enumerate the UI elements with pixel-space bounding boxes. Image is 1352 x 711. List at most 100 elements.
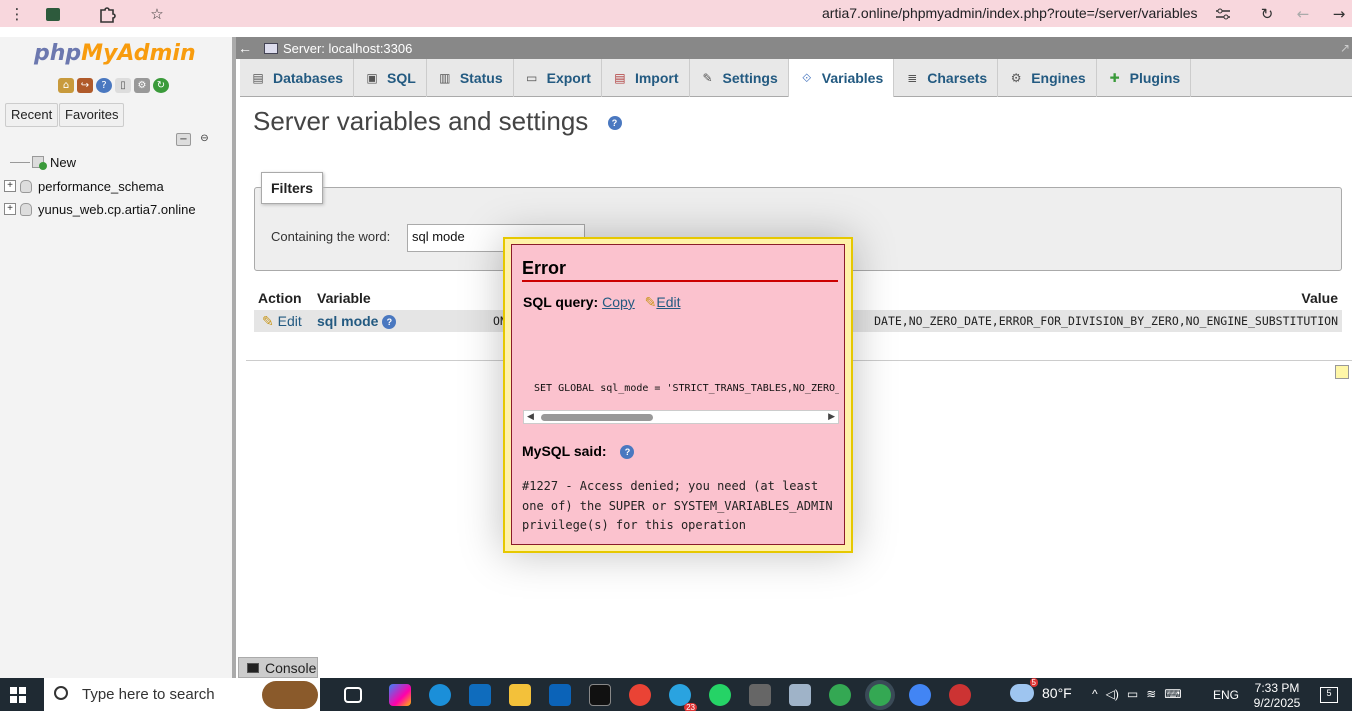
extension-icon[interactable] <box>42 3 64 25</box>
variables-icon: ⟐ <box>802 70 812 85</box>
tab-sql[interactable]: ▣ SQL <box>354 59 427 97</box>
telegram-icon[interactable]: 23 <box>669 684 697 711</box>
top-menu-tabs: ▤ Databases ▣ SQL ▥ Status ▭ Export ▤ Import … <box>240 59 1352 97</box>
notification-icon[interactable]: 5 <box>1320 687 1338 703</box>
edge-icon[interactable] <box>429 684 451 706</box>
tree-item-performance-schema[interactable]: + performance_schema <box>4 176 164 196</box>
scroll-right-icon[interactable]: ▶ <box>828 412 835 422</box>
server-label[interactable]: Server: localhost:3306 <box>283 41 412 56</box>
help-icon[interactable]: ? <box>620 445 635 460</box>
task-view-icon[interactable] <box>344 687 362 703</box>
error-message: #1227 - Access denied; you need (at leas… <box>522 479 833 532</box>
home-icon[interactable]: ⌂ <box>58 78 74 93</box>
tree-connector <box>10 161 30 163</box>
horizontal-scrollbar[interactable]: ◀ ▶ <box>523 410 839 424</box>
weather-widget[interactable]: 5 80°F <box>1010 678 1072 702</box>
sql-icon: ▣ <box>366 71 378 85</box>
site-settings-icon[interactable] <box>1212 3 1234 25</box>
tab-settings[interactable]: ✎ Settings <box>690 59 789 97</box>
clock[interactable]: 7:33 PM 9/2/2025 <box>1252 681 1302 711</box>
input-method-icon[interactable]: ⌨ <box>1164 687 1181 701</box>
chrome-profile-3-icon[interactable] <box>949 684 971 706</box>
taskbar-search[interactable]: Type here to search <box>44 678 320 711</box>
address-bar[interactable]: artia7.online/phpmyadmin/index.php?route… <box>822 5 1198 21</box>
variable-name: sql mode ? <box>317 313 397 330</box>
engines-icon: ⚙ <box>1010 71 1022 85</box>
tab-plugins[interactable]: ✚ Plugins <box>1097 59 1192 97</box>
back-icon[interactable]: ← <box>1292 3 1314 25</box>
nav-icon-row: ⌂ ↪ ? ▯ ⚙ ↻ <box>58 78 169 93</box>
nav-tab-recent[interactable]: Recent <box>5 103 59 127</box>
chevron-up-icon[interactable]: ^ <box>1092 687 1098 701</box>
forward-icon[interactable]: → <box>1328 3 1350 25</box>
expand-icon[interactable]: + <box>4 203 16 215</box>
help-icon[interactable]: ? <box>607 116 622 131</box>
help-icon[interactable]: ? <box>96 78 112 93</box>
puzzle-icon[interactable] <box>96 3 118 25</box>
store-icon[interactable] <box>469 684 491 706</box>
tree-controls: − ⊖ <box>176 133 212 146</box>
terminal-icon[interactable] <box>589 684 611 706</box>
logout-icon[interactable]: ↪ <box>77 78 93 93</box>
link-icon[interactable]: ⊖ <box>197 133 212 146</box>
tab-engines[interactable]: ⚙ Engines <box>998 59 1097 97</box>
plugin-icon: ✚ <box>1109 71 1120 85</box>
back-arrow-icon[interactable]: ← <box>238 40 252 56</box>
database-icon: ▤ <box>252 71 264 85</box>
tree-item-yunus-web[interactable]: + yunus_web.cp.artia7.online <box>4 199 196 219</box>
expand-corner-icon[interactable]: ↗ <box>1340 41 1350 55</box>
import-icon: ▤ <box>614 71 626 85</box>
tab-charsets[interactable]: ≣ Charsets <box>894 59 999 97</box>
note-icon[interactable] <box>1335 365 1349 379</box>
edit-link[interactable]: ✎ Edit <box>262 313 302 330</box>
reload-icon[interactable]: ↻ <box>1256 3 1278 25</box>
help-icon[interactable]: ? <box>382 315 397 330</box>
console-toggle[interactable]: Console <box>238 657 318 678</box>
edit-link[interactable]: Edit <box>656 294 680 310</box>
remote-desktop-icon[interactable] <box>789 684 811 706</box>
gear-icon[interactable]: ⚙ <box>134 78 150 93</box>
browser-toolbar: ⋮ ☆ artia7.online/phpmyadmin/index.php?r… <box>0 0 1352 27</box>
variable-value[interactable]: DATE,NO_ZERO_DATE,ERROR_FOR_DIVISION_BY_… <box>874 314 1338 328</box>
search-icon <box>54 686 68 700</box>
scroll-thumb[interactable] <box>541 414 653 421</box>
phpmyadmin-logo[interactable]: phpMyAdmin <box>34 41 196 66</box>
system-tray: ^ ◁) ▭ ≋ ⌨ <box>1092 687 1182 701</box>
status-icon: ▥ <box>439 71 451 85</box>
file-explorer-icon[interactable] <box>509 684 531 706</box>
filters-legend: Filters <box>261 172 324 204</box>
copy-link[interactable]: Copy <box>602 294 635 310</box>
language-indicator[interactable]: ENG <box>1213 688 1239 702</box>
server-icon <box>264 42 278 54</box>
calculator-icon[interactable] <box>749 684 771 706</box>
copilot-icon[interactable] <box>389 684 411 706</box>
chrome-icon[interactable] <box>629 684 651 706</box>
nav-tab-favorites[interactable]: Favorites <box>59 103 125 127</box>
sql-code: SET GLOBAL sql_mode = 'STRICT_TRANS_TABL… <box>534 383 839 394</box>
collapse-all-icon[interactable]: − <box>176 133 191 146</box>
refresh-icon[interactable]: ↻ <box>153 78 169 93</box>
speaker-icon[interactable]: ◁) <box>1106 687 1119 701</box>
wifi-icon[interactable]: ≋ <box>1146 687 1156 701</box>
tab-export[interactable]: ▭ Export <box>514 59 602 97</box>
tab-variables[interactable]: ⟐ Variables <box>788 59 895 97</box>
bookmark-star-icon[interactable]: ☆ <box>146 3 168 25</box>
navigation-panel: phpMyAdmin ⌂ ↪ ? ▯ ⚙ ↻ Recent Favorites … <box>0 37 236 678</box>
chrome-active-icon[interactable] <box>869 684 891 706</box>
tree-item-new[interactable]: New <box>4 152 76 172</box>
tab-import[interactable]: ▤ Import <box>602 59 690 97</box>
filter-label: Containing the word: <box>271 229 391 244</box>
windows-start-icon[interactable] <box>10 687 26 703</box>
battery-icon[interactable]: ▭ <box>1127 687 1138 701</box>
outlook-icon[interactable] <box>549 684 571 706</box>
docs-icon[interactable]: ▯ <box>115 78 131 93</box>
chrome-profile-icon[interactable] <box>829 684 851 706</box>
scroll-left-icon[interactable]: ◀ <box>527 412 534 422</box>
tab-status[interactable]: ▥ Status <box>427 59 514 97</box>
tab-databases[interactable]: ▤ Databases <box>240 59 355 97</box>
menu-dots-icon[interactable]: ⋮ <box>6 3 28 25</box>
expand-icon[interactable]: + <box>4 180 16 192</box>
page-title: Server variables and settings ? <box>253 106 622 137</box>
whatsapp-icon[interactable] <box>709 684 731 706</box>
chrome-profile-2-icon[interactable] <box>909 684 931 706</box>
